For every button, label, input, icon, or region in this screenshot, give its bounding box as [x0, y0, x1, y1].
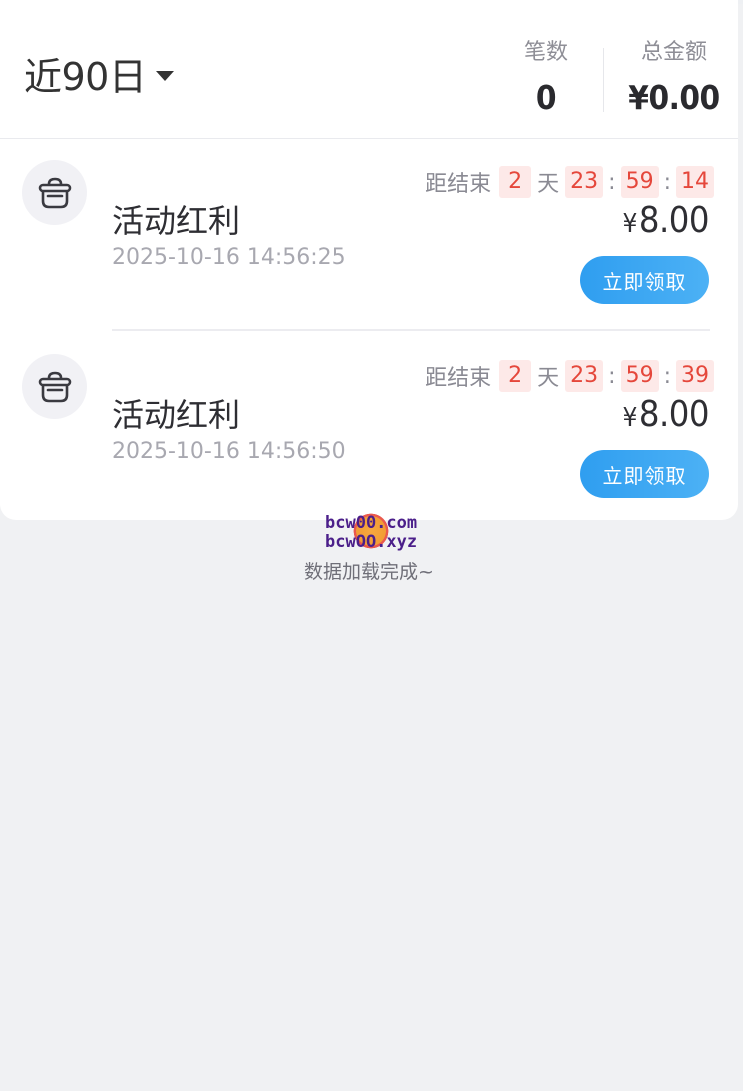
period-selector[interactable]: 近90日 — [24, 46, 175, 101]
amount-stat: 总金额 ¥0.00 — [628, 34, 720, 117]
countdown-colon: : — [663, 363, 671, 389]
currency-symbol: ¥ — [622, 209, 638, 239]
countdown: 距结束 2 天 23 : 59 : 39 — [425, 360, 714, 392]
gift-pot-icon — [38, 371, 71, 402]
countdown-colon: : — [608, 169, 616, 195]
claim-button[interactable]: 立即领取 — [580, 256, 709, 304]
bonus-avatar — [22, 354, 87, 419]
records-card: 近90日 笔数 0 总金额 ¥0.00 活动红利 2025-10-16 14:5… — [0, 0, 738, 520]
list-item: 活动红利 2025-10-16 14:56:50 距结束 2 天 23 : 59… — [0, 332, 738, 520]
amount-value: 8.00 — [638, 394, 710, 435]
countdown-minutes: 59 — [620, 166, 659, 198]
count-label: 笔数 — [523, 40, 568, 65]
countdown-day-unit: 天 — [537, 172, 560, 197]
countdown-minutes: 59 — [620, 360, 659, 392]
watermark: bcw00.com bcwOO.xyz — [322, 510, 432, 556]
load-complete-text: 数据加载完成~ — [304, 561, 434, 583]
gift-pot-icon — [38, 177, 71, 208]
watermark-line: bcw00.com — [325, 513, 418, 533]
amount-value: 8.00 — [638, 200, 710, 241]
item-time: 2025-10-16 14:56:50 — [112, 439, 346, 464]
caret-down-icon — [156, 70, 175, 81]
item-title: 活动红利 — [112, 202, 241, 240]
countdown-prefix: 距结束 — [425, 366, 492, 391]
item-amount: ¥8.00 — [622, 200, 710, 241]
countdown-colon: : — [608, 363, 616, 389]
item-divider — [112, 329, 710, 331]
item-amount: ¥8.00 — [622, 394, 710, 435]
bonus-avatar — [22, 160, 87, 225]
countdown-days: 2 — [499, 166, 532, 198]
watermark-line: bcwOO.xyz — [325, 532, 418, 552]
amount-label: 总金额 — [640, 40, 707, 65]
count-stat: 笔数 0 — [508, 34, 584, 117]
countdown: 距结束 2 天 23 : 59 : 14 — [425, 166, 714, 198]
countdown-hours: 23 — [565, 166, 604, 198]
countdown-days: 2 — [499, 360, 532, 392]
list-item: 活动红利 2025-10-16 14:56:25 距结束 2 天 23 : 59… — [0, 138, 738, 330]
countdown-seconds: 14 — [676, 166, 714, 198]
claim-button[interactable]: 立即领取 — [580, 450, 709, 498]
countdown-hours: 23 — [565, 360, 604, 392]
item-time: 2025-10-16 14:56:25 — [112, 245, 346, 270]
countdown-colon: : — [663, 169, 671, 195]
stat-divider — [603, 48, 604, 112]
countdown-prefix: 距结束 — [425, 172, 492, 197]
countdown-day-unit: 天 — [537, 366, 560, 391]
count-value: 0 — [535, 78, 557, 117]
countdown-seconds: 39 — [676, 360, 714, 392]
period-label: 近90日 — [24, 55, 147, 99]
amount-value: ¥0.00 — [628, 78, 720, 117]
summary-header: 近90日 笔数 0 总金额 ¥0.00 — [0, 4, 738, 139]
item-title: 活动红利 — [112, 396, 241, 434]
currency-symbol: ¥ — [622, 403, 638, 433]
